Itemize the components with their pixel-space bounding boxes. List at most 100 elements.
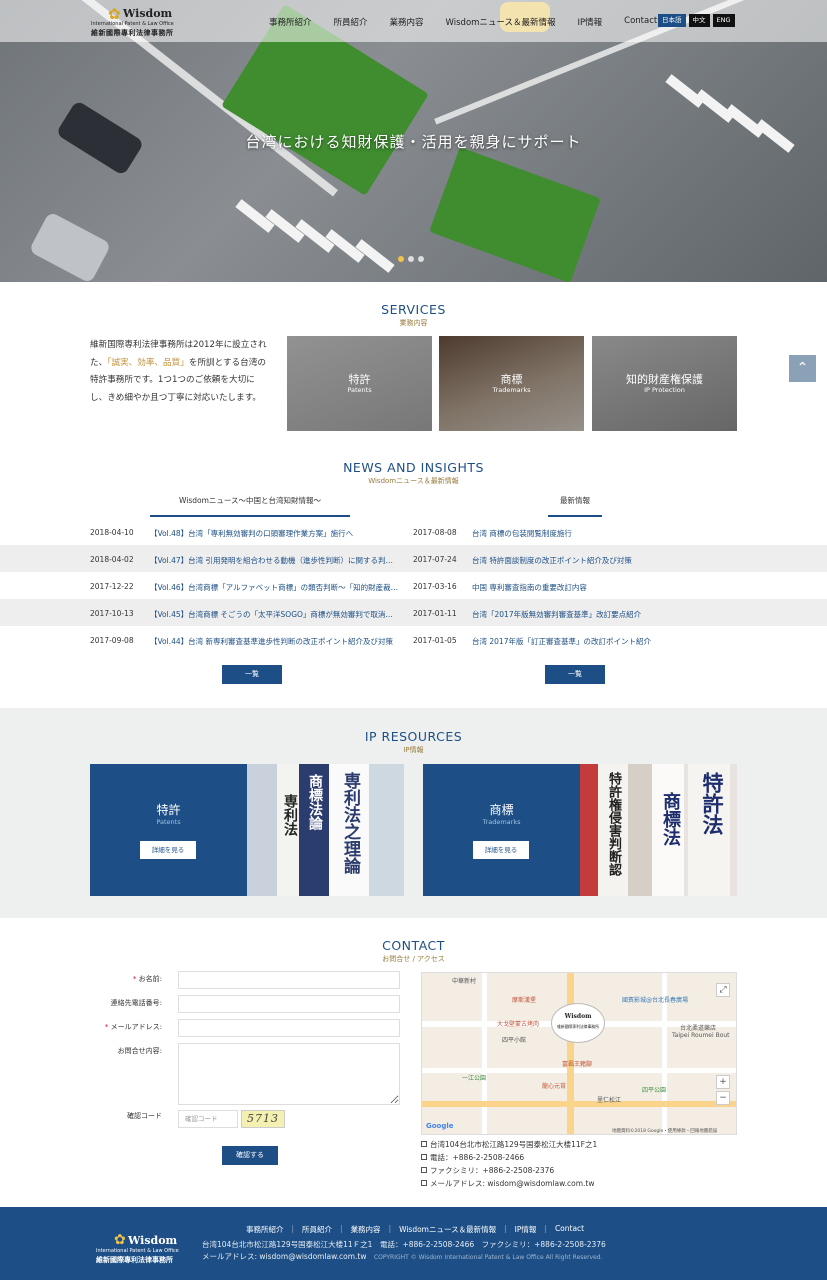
news-link[interactable]: 【Vol.48】台湾「専利無効審判の口頭審理作業方案」施行へ <box>150 528 400 539</box>
news-date: 2018-04-10 <box>90 528 134 537</box>
news-list-button[interactable]: 一覧 <box>222 665 282 684</box>
zoom-in-button[interactable]: + <box>716 1075 730 1089</box>
logo[interactable]: ✿ Wisdom International Patent & Law Offi… <box>89 6 189 38</box>
footer-address: 台湾104台北市松江路129号国泰松江大楼11Ｆ之1 電話：+886-2-250… <box>202 1239 606 1250</box>
service-card-trademarks[interactable]: 商標 Trademarks <box>439 336 584 431</box>
footer-link-about[interactable]: 事務所紹介 <box>246 1224 284 1235</box>
book-title: 商標法 <box>660 792 681 846</box>
phone-field[interactable] <box>178 995 400 1013</box>
address-text: 台湾104台北市松江路129号国泰松江大楼11Ｆ之1 <box>202 1240 373 1249</box>
tab-latest[interactable]: 最新情報 <box>548 492 602 517</box>
news-link[interactable]: 【Vol.46】台湾商標「アルファベット商標」の類否判断～「知的財産裁… <box>150 582 400 593</box>
intro-highlight: 「誠実、効率、品質」 <box>107 357 189 368</box>
back-to-top-button[interactable]: ⌃ <box>789 355 816 382</box>
book-spine <box>369 764 404 896</box>
captcha-input[interactable]: 確認コード <box>178 1110 238 1128</box>
footer-email-line: メールアドレス: wisdom@wisdomlaw.com.tw COPYRIG… <box>202 1251 603 1262</box>
nav-item-staff[interactable]: 所員紹介 <box>334 16 368 28</box>
hero-slider: ✿ Wisdom International Patent & Law Offi… <box>0 0 827 282</box>
footer-link-services[interactable]: 業務内容 <box>351 1224 381 1235</box>
phone-line: 電話：+886-2-2508-2466 <box>421 1152 524 1163</box>
card-subtitle: Patents <box>156 818 181 826</box>
nav-item-services[interactable]: 業務内容 <box>390 16 424 28</box>
news-row: 2017-09-08 【Vol.44】台湾 新専利審査基準進歩性判断の改正ポイン… <box>0 626 827 653</box>
service-card-patents[interactable]: 特許 Patents <box>287 336 432 431</box>
email-text: メールアドレス: wisdom@wisdomlaw.com.tw <box>202 1252 367 1261</box>
logo-chinese-name: 維新國際專利法律事務所 <box>96 1256 173 1264</box>
main-nav: 事務所紹介 所員紹介 業務内容 Wisdomニュース＆最新情報 IP情報 Con… <box>269 16 679 28</box>
news-date: 2017-10-13 <box>90 609 134 618</box>
book-title: 特許権侵害判断認 <box>606 772 621 876</box>
service-card-ip-protection[interactable]: 知的財産権保護 IP Protection <box>592 336 737 431</box>
section-subtitle: 業務内容 <box>399 319 428 327</box>
separator: | <box>388 1224 392 1233</box>
email-field[interactable] <box>178 1019 400 1037</box>
slider-dot[interactable] <box>418 256 424 262</box>
section-title: SERVICES <box>381 302 446 317</box>
slider-dot[interactable] <box>398 256 404 262</box>
slider-dot[interactable] <box>408 256 414 262</box>
logo-subtitle: International Patent & Law Office <box>91 21 174 27</box>
logo-subtitle: International Patent & Law Office <box>96 1248 179 1254</box>
mail-icon <box>421 1180 427 1186</box>
confirm-button[interactable]: 確認する <box>222 1146 278 1165</box>
flower-icon: ✿ <box>108 5 121 23</box>
tab-wisdom-news[interactable]: Wisdomニュース～中国と台湾知財情報～ <box>150 492 350 517</box>
nav-item-contact[interactable]: Contact <box>624 16 657 28</box>
news-heading: NEWS AND INSIGHTS Wisdomニュース＆最新情報 <box>0 460 827 486</box>
captcha-label: 確認コード <box>127 1112 162 1120</box>
footer-link-ip[interactable]: IP情報 <box>515 1224 537 1235</box>
card-title: 特許 <box>348 373 371 386</box>
details-button[interactable]: 詳細を見る <box>473 841 529 859</box>
news-link[interactable]: 台湾 2017年版「訂正審査基準」の改訂ポイント紹介 <box>472 636 732 647</box>
message-field[interactable] <box>178 1043 400 1105</box>
latest-list-button[interactable]: 一覧 <box>545 665 605 684</box>
news-link[interactable]: 台湾 特許面談制度の改正ポイント紹介及び対策 <box>472 555 732 566</box>
news-link[interactable]: 【Vol.44】台湾 新専利審査基準進歩性判断の改正ポイント紹介及び対策 <box>150 636 400 647</box>
services-intro: 維新国際専利法律事務所は2012年に設立された、「誠実、効率、品質」を所訓とする… <box>90 337 270 407</box>
news-link[interactable]: 台湾「2017年版無効審判審査基準」改訂要点紹介 <box>472 609 732 620</box>
card-subtitle: Trademarks <box>482 818 521 826</box>
book-spine: 商標法 <box>652 764 684 896</box>
lang-zh[interactable]: 中文 <box>688 14 710 27</box>
footer-logo[interactable]: ✿ Wisdom International Patent & Law Offi… <box>96 1224 196 1264</box>
logo-text: Wisdom <box>123 7 173 20</box>
map-label: 龍心元宵 <box>542 1083 567 1090</box>
nav-item-news[interactable]: Wisdomニュース＆最新情報 <box>446 16 556 28</box>
map-label: 一江公園 <box>462 1075 487 1082</box>
footer-link-news[interactable]: Wisdomニュース＆最新情報 <box>399 1224 496 1235</box>
news-link[interactable]: 中国 専利審査指南の重要改訂内容 <box>472 582 732 593</box>
office-marker[interactable]: Wisdom 維新國際專利法律事務所 <box>551 1003 605 1043</box>
card-subtitle: IP Protection <box>644 386 685 394</box>
book-spine: 特許権侵害判断認 <box>598 764 628 896</box>
phone-text: 電話：+886-2-2508-2466 <box>430 1153 525 1162</box>
news-link[interactable]: 【Vol.47】台湾 引用発明を組合わせる動機（進歩性判断）に関する判例… <box>150 555 400 566</box>
book-spine: 専利法 <box>277 764 299 896</box>
book-spine: 専利法之理論 <box>329 764 369 896</box>
map-label: 大戈壁蒙古烤肉 <box>497 1021 540 1028</box>
slider-dots <box>398 256 424 262</box>
phone-icon <box>421 1154 427 1160</box>
fullscreen-icon[interactable]: ⤢ <box>716 983 730 997</box>
news-link[interactable]: 【Vol.45】台湾商標 そごうの「太平洋SOGO」商標が無効審判で取消さ… <box>150 609 400 620</box>
nav-item-about[interactable]: 事務所紹介 <box>269 16 312 28</box>
contact-heading: CONTACT お問合せ / アクセス <box>0 938 827 964</box>
news-date: 2017-03-16 <box>413 582 457 591</box>
news-date: 2017-09-08 <box>90 636 134 645</box>
details-button[interactable]: 詳細を見る <box>140 841 196 859</box>
fax-text: ファクシミリ：+886-2-2508-2376 <box>430 1166 555 1175</box>
zoom-out-button[interactable]: − <box>716 1091 730 1105</box>
footer-link-staff[interactable]: 所員紹介 <box>302 1224 332 1235</box>
required-mark: * <box>132 975 137 983</box>
card-subtitle: Patents <box>347 386 372 394</box>
map-label: Taipei Roumei Bout <box>672 1032 730 1039</box>
footer-link-contact[interactable]: Contact <box>555 1224 584 1235</box>
name-field[interactable] <box>178 971 400 989</box>
google-map[interactable]: 中華新村 摩斯漢堡 國賓影城@台北長春廣場 大戈壁蒙古烤肉 台北柔道樂店 Tai… <box>421 972 737 1135</box>
nav-item-ip[interactable]: IP情報 <box>578 16 603 28</box>
news-link[interactable]: 台湾 商標の包装閲覧制度施行 <box>472 528 732 539</box>
lang-en[interactable]: ENG <box>712 14 735 27</box>
email-text: メールアドレス: wisdom@wisdomlaw.com.tw <box>430 1179 595 1188</box>
phone-text: 電話：+886-2-2508-2466 ファクシミリ：+886-2-2508-2… <box>379 1240 606 1249</box>
lang-ja[interactable]: 日本語 <box>658 14 686 27</box>
